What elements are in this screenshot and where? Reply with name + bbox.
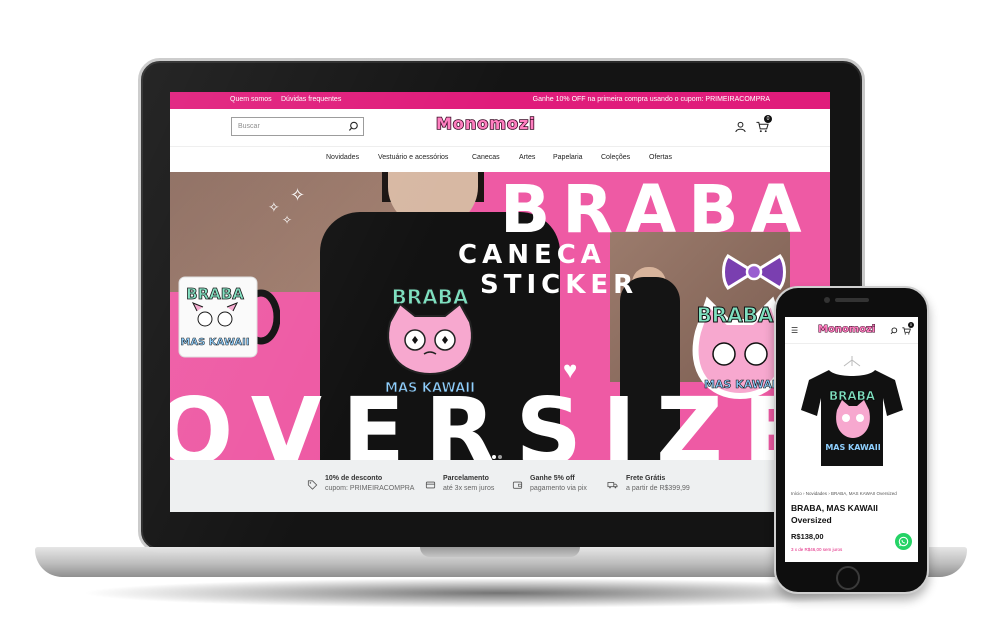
bow-sticker-image: [722, 254, 786, 290]
mobile-logo[interactable]: Monomozi: [817, 324, 875, 336]
nav-item-papelaria[interactable]: Papelaria: [553, 154, 583, 161]
promo-message: Ganhe 10% OFF na primeira compra usando …: [532, 96, 770, 103]
svg-text:BRABA: BRABA: [697, 303, 774, 327]
hero-banner[interactable]: BRABA MAS KAWAII BRABA MAS KAWAII BRABA …: [170, 172, 830, 460]
product-image[interactable]: BRABA MAS KAWAII: [799, 354, 905, 474]
nav-item-ofertas[interactable]: Ofertas: [649, 154, 672, 161]
sparkle-icon-tiny: ✧: [282, 213, 293, 227]
benefit-title: Parcelamento: [443, 475, 489, 482]
search-icon[interactable]: [348, 121, 359, 132]
svg-text:BRABA: BRABA: [829, 389, 876, 403]
nav-item-novidades[interactable]: Novidades: [326, 154, 359, 161]
svg-text:BRABA: BRABA: [186, 285, 244, 303]
breadcrumb[interactable]: Início › Novidades › BRABA, MAS KAWAII O…: [791, 491, 897, 496]
cart-count-badge: 0: [764, 115, 772, 123]
benefit-installments: Parcelamento até 3x sem juros: [443, 475, 494, 492]
sparkle-icon-small: ✧: [268, 199, 280, 215]
benefit-title: Ganhe 5% off: [530, 475, 575, 482]
main-nav: Novidades Vestuário e acessórios Canecas…: [170, 147, 830, 172]
header: Buscar Monomozi 0: [170, 109, 830, 147]
hero-headline: BRABA: [500, 172, 814, 248]
phone-home-button[interactable]: [836, 566, 860, 590]
phone-speaker: [835, 298, 869, 302]
benefit-subtitle: até 3x sem juros: [443, 485, 495, 492]
benefit-discount: 10% de desconto cupom: PRIMEIRACOMPRA: [325, 475, 414, 492]
benefit-subtitle: pagamento via pix: [530, 485, 587, 492]
site-logo[interactable]: Monomozi: [435, 113, 536, 140]
search-input[interactable]: Buscar: [231, 117, 364, 136]
whatsapp-button[interactable]: [895, 533, 912, 550]
tag-icon: [307, 480, 318, 490]
product-title: BRABA, MAS KAWAII Oversized: [791, 503, 878, 525]
truck-icon: [607, 482, 618, 489]
phone-screen: ☰ Monomozi 0 BRABA MAS KAWAII Início › N…: [785, 317, 918, 562]
benefit-shipping: Frete Grátis a partir de R$399,99: [626, 475, 690, 492]
carousel-dots[interactable]: [492, 446, 508, 459]
hero-line-sticker: STICKER: [480, 270, 639, 300]
carousel-dot[interactable]: [498, 455, 502, 459]
mobile-cart-count: 0: [908, 322, 914, 328]
search-placeholder: Buscar: [238, 123, 260, 130]
mug-image: BRABA MAS KAWAII: [178, 276, 280, 358]
faq-link[interactable]: Dúvidas frequentes: [281, 96, 341, 103]
carousel-dot-active[interactable]: [492, 455, 496, 459]
benefit-subtitle: a partir de R$399,99: [626, 485, 690, 492]
benefit-title: Frete Grátis: [626, 475, 666, 482]
benefits-bar: 10% de desconto cupom: PRIMEIRACOMPRA Pa…: [170, 460, 830, 512]
nav-item-colecoes[interactable]: Coleções: [601, 154, 630, 161]
card-icon: [425, 481, 436, 489]
phone-camera: [824, 297, 830, 303]
benefit-subtitle: cupom: PRIMEIRACOMPRA: [325, 485, 415, 492]
mobile-search-icon[interactable]: [890, 327, 898, 335]
svg-text:MAS KAWAII: MAS KAWAII: [825, 443, 880, 452]
product-price: R$138,00: [791, 532, 824, 541]
nav-item-artes[interactable]: Artes: [519, 154, 535, 161]
wallet-icon: [512, 481, 523, 489]
nav-item-canecas[interactable]: Canecas: [472, 154, 500, 161]
product-installments: 3 x de R$46,00 sem juros: [791, 547, 843, 552]
laptop-screen: Quem somos Dúvidas frequentes Ganhe 10% …: [170, 92, 830, 512]
whatsapp-icon: [898, 536, 909, 547]
hero-line-caneca: CANECA: [458, 240, 606, 270]
menu-icon[interactable]: ☰: [791, 327, 798, 335]
benefit-title: 10% de desconto: [325, 475, 383, 482]
mobile-header: ☰ Monomozi 0: [785, 317, 918, 344]
svg-text:MAS KAWAII: MAS KAWAII: [180, 337, 249, 348]
heart-icon: ♥: [563, 357, 578, 384]
laptop-notch: [420, 547, 580, 557]
about-link[interactable]: Quem somos: [230, 96, 272, 103]
nav-item-vestuario[interactable]: Vestuário e acessórios: [378, 154, 448, 161]
promo-bar: Quem somos Dúvidas frequentes Ganhe 10% …: [170, 92, 830, 109]
benefit-pix: Ganhe 5% off pagamento via pix: [530, 475, 587, 492]
sparkle-icon: ✧: [290, 185, 306, 205]
mobile-cart-icon[interactable]: [902, 327, 911, 335]
user-icon[interactable]: [735, 121, 746, 133]
